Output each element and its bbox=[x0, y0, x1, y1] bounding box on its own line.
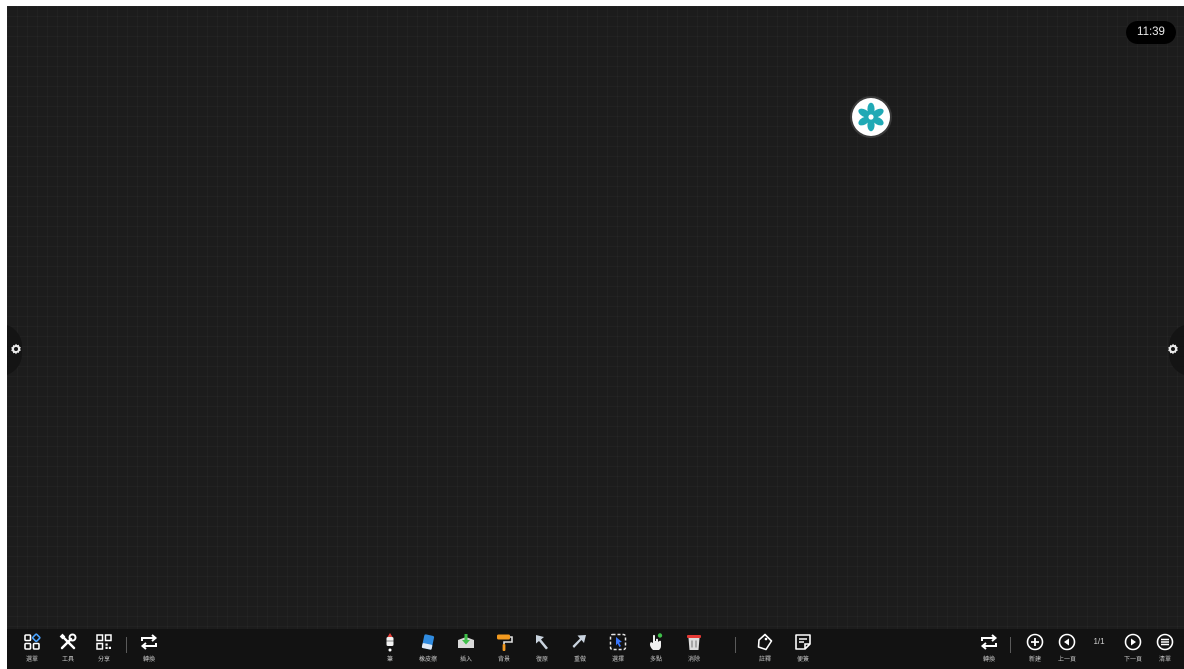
prev-circle-icon bbox=[1058, 633, 1076, 651]
next-page-button[interactable]: 下一頁 bbox=[1118, 631, 1148, 669]
tools-icon bbox=[59, 633, 77, 650]
redo-button[interactable]: 重做 bbox=[565, 631, 595, 669]
page-indicator: 1/1 bbox=[1093, 637, 1105, 646]
sticky-note-button[interactable]: 便簽 bbox=[788, 631, 818, 669]
tag-icon bbox=[757, 633, 773, 651]
toolbar-divider bbox=[126, 637, 127, 653]
new-page-button[interactable]: 新建 bbox=[1020, 631, 1050, 669]
clear-button[interactable]: 消除 bbox=[679, 631, 709, 669]
qr-code-icon bbox=[96, 634, 112, 650]
floating-menu-ball[interactable] bbox=[852, 98, 890, 136]
multi-touch-label: 多點 bbox=[649, 657, 662, 663]
pen-icon bbox=[386, 633, 394, 652]
paint-roller-icon bbox=[497, 634, 513, 651]
toolbar-divider bbox=[735, 637, 736, 653]
prev-page-button[interactable]: 上一頁 bbox=[1052, 631, 1082, 669]
menu-label: 選單 bbox=[25, 657, 38, 663]
left-settings-tab[interactable] bbox=[7, 324, 22, 376]
eraser-label: 橡皮擦 bbox=[418, 657, 437, 663]
select-icon bbox=[609, 633, 627, 651]
redo-label: 重做 bbox=[573, 657, 586, 663]
insert-icon bbox=[458, 634, 474, 648]
redo-arrow-icon bbox=[572, 635, 586, 648]
sticky-note-label: 便簽 bbox=[796, 657, 809, 663]
background-button[interactable]: 背景 bbox=[489, 631, 519, 669]
gear-icon bbox=[1168, 343, 1178, 355]
background-label: 背景 bbox=[497, 657, 510, 663]
share-button[interactable]: 分享 bbox=[89, 631, 119, 669]
switch-right-label: 轉換 bbox=[982, 657, 995, 663]
sticky-note-icon bbox=[795, 634, 811, 650]
eraser-icon bbox=[421, 634, 435, 650]
page-list-button[interactable]: 清單 bbox=[1150, 631, 1180, 669]
switch-arrows-icon bbox=[980, 634, 998, 650]
trash-icon bbox=[687, 635, 701, 650]
annotate-button[interactable]: 註釋 bbox=[750, 631, 780, 669]
switch-label: 轉換 bbox=[142, 657, 155, 663]
right-settings-tab[interactable] bbox=[1168, 324, 1184, 376]
new-page-label: 新建 bbox=[1028, 657, 1041, 663]
next-circle-icon bbox=[1124, 633, 1142, 651]
menu-button[interactable]: 選單 bbox=[17, 631, 47, 669]
undo-arrow-icon bbox=[536, 635, 548, 650]
toolbar-divider bbox=[1010, 637, 1011, 653]
select-label: 選擇 bbox=[611, 657, 624, 663]
prev-page-label: 上一頁 bbox=[1057, 657, 1076, 663]
page-list-label: 清單 bbox=[1158, 657, 1171, 663]
gear-icon bbox=[11, 343, 21, 355]
clear-label: 消除 bbox=[687, 657, 700, 663]
multi-touch-button[interactable]: 多點 bbox=[641, 631, 671, 669]
insert-label: 插入 bbox=[459, 657, 472, 663]
eraser-button[interactable]: 橡皮擦 bbox=[413, 631, 443, 669]
undo-label: 復原 bbox=[535, 657, 548, 663]
menu-grid-icon bbox=[24, 633, 41, 650]
pen-button[interactable]: 筆 bbox=[375, 631, 405, 669]
switch-button[interactable]: 轉換 bbox=[134, 631, 164, 669]
switch-arrows-icon bbox=[140, 634, 158, 650]
multi-touch-hand-icon bbox=[649, 633, 663, 650]
tools-label: 工具 bbox=[61, 657, 74, 663]
next-page-label: 下一頁 bbox=[1123, 657, 1142, 663]
whiteboard-canvas[interactable]: 11:39 選單 工具 分享 轉換 筆 橡皮擦 插入 背景 復原 重做 選擇 多… bbox=[7, 6, 1184, 669]
flower-icon bbox=[858, 102, 884, 132]
plus-circle-icon bbox=[1026, 633, 1044, 651]
switch-right-button[interactable]: 轉換 bbox=[974, 631, 1004, 669]
pen-label: 筆 bbox=[386, 657, 393, 663]
bottom-toolbar: 選單 工具 分享 轉換 筆 橡皮擦 插入 背景 復原 重做 選擇 多點 消除 註… bbox=[7, 629, 1184, 669]
tools-button[interactable]: 工具 bbox=[53, 631, 83, 669]
select-button[interactable]: 選擇 bbox=[603, 631, 633, 669]
clock-display: 11:39 bbox=[1126, 21, 1176, 44]
annotate-label: 註釋 bbox=[758, 657, 771, 663]
insert-button[interactable]: 插入 bbox=[451, 631, 481, 669]
list-circle-icon bbox=[1156, 633, 1174, 651]
share-label: 分享 bbox=[97, 657, 110, 663]
undo-button[interactable]: 復原 bbox=[527, 631, 557, 669]
